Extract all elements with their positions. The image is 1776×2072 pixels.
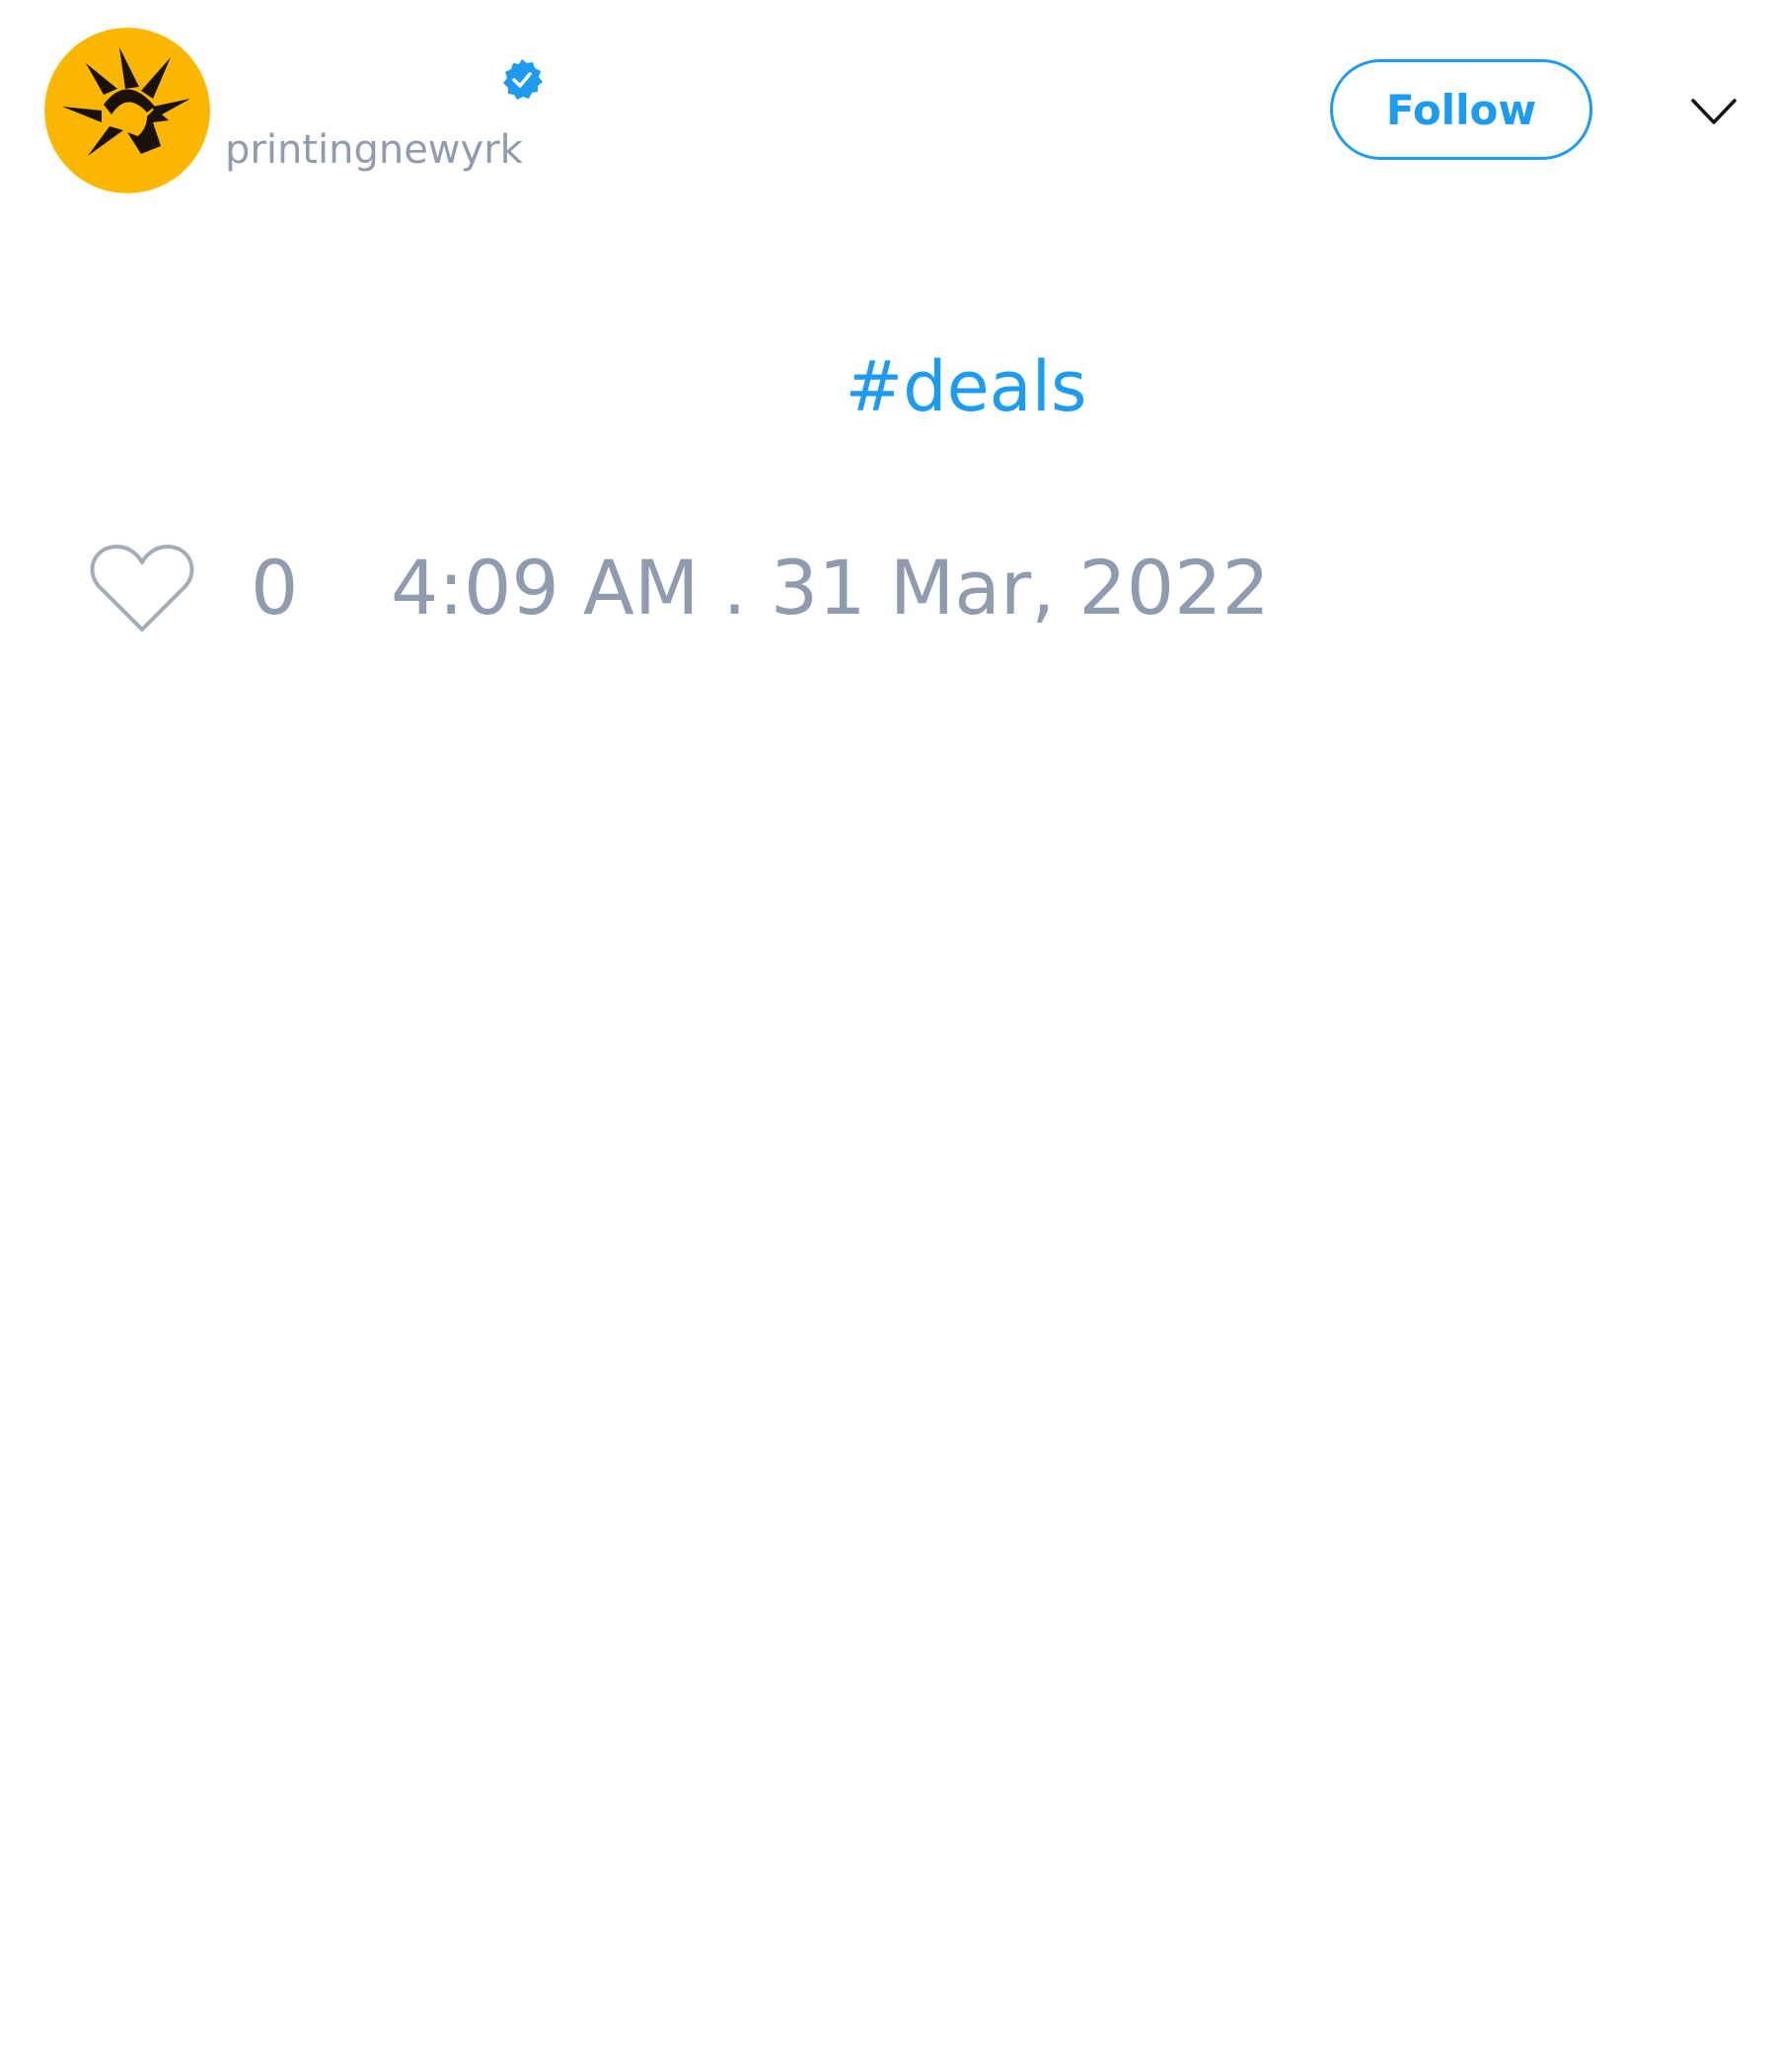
follow-button[interactable]: Follow (1330, 59, 1592, 160)
heart-icon[interactable] (89, 541, 195, 635)
verified-badge-icon (503, 59, 543, 100)
hashtag-link[interactable]: #deals (846, 346, 1087, 427)
like-count: 0 (251, 544, 299, 631)
tweet-card: printingnewyrk Follow #deals 0 4:09 AM .… (0, 0, 1776, 2072)
account-handle[interactable]: printingnewyrk (225, 126, 523, 174)
sunburst-logo-icon (44, 28, 210, 193)
tweet-text: #deals (0, 345, 1776, 428)
avatar[interactable] (44, 28, 210, 193)
chevron-down-icon[interactable] (1689, 87, 1739, 136)
tweet-timestamp[interactable]: 4:09 AM . 31 Mar, 2022 (391, 545, 1270, 631)
